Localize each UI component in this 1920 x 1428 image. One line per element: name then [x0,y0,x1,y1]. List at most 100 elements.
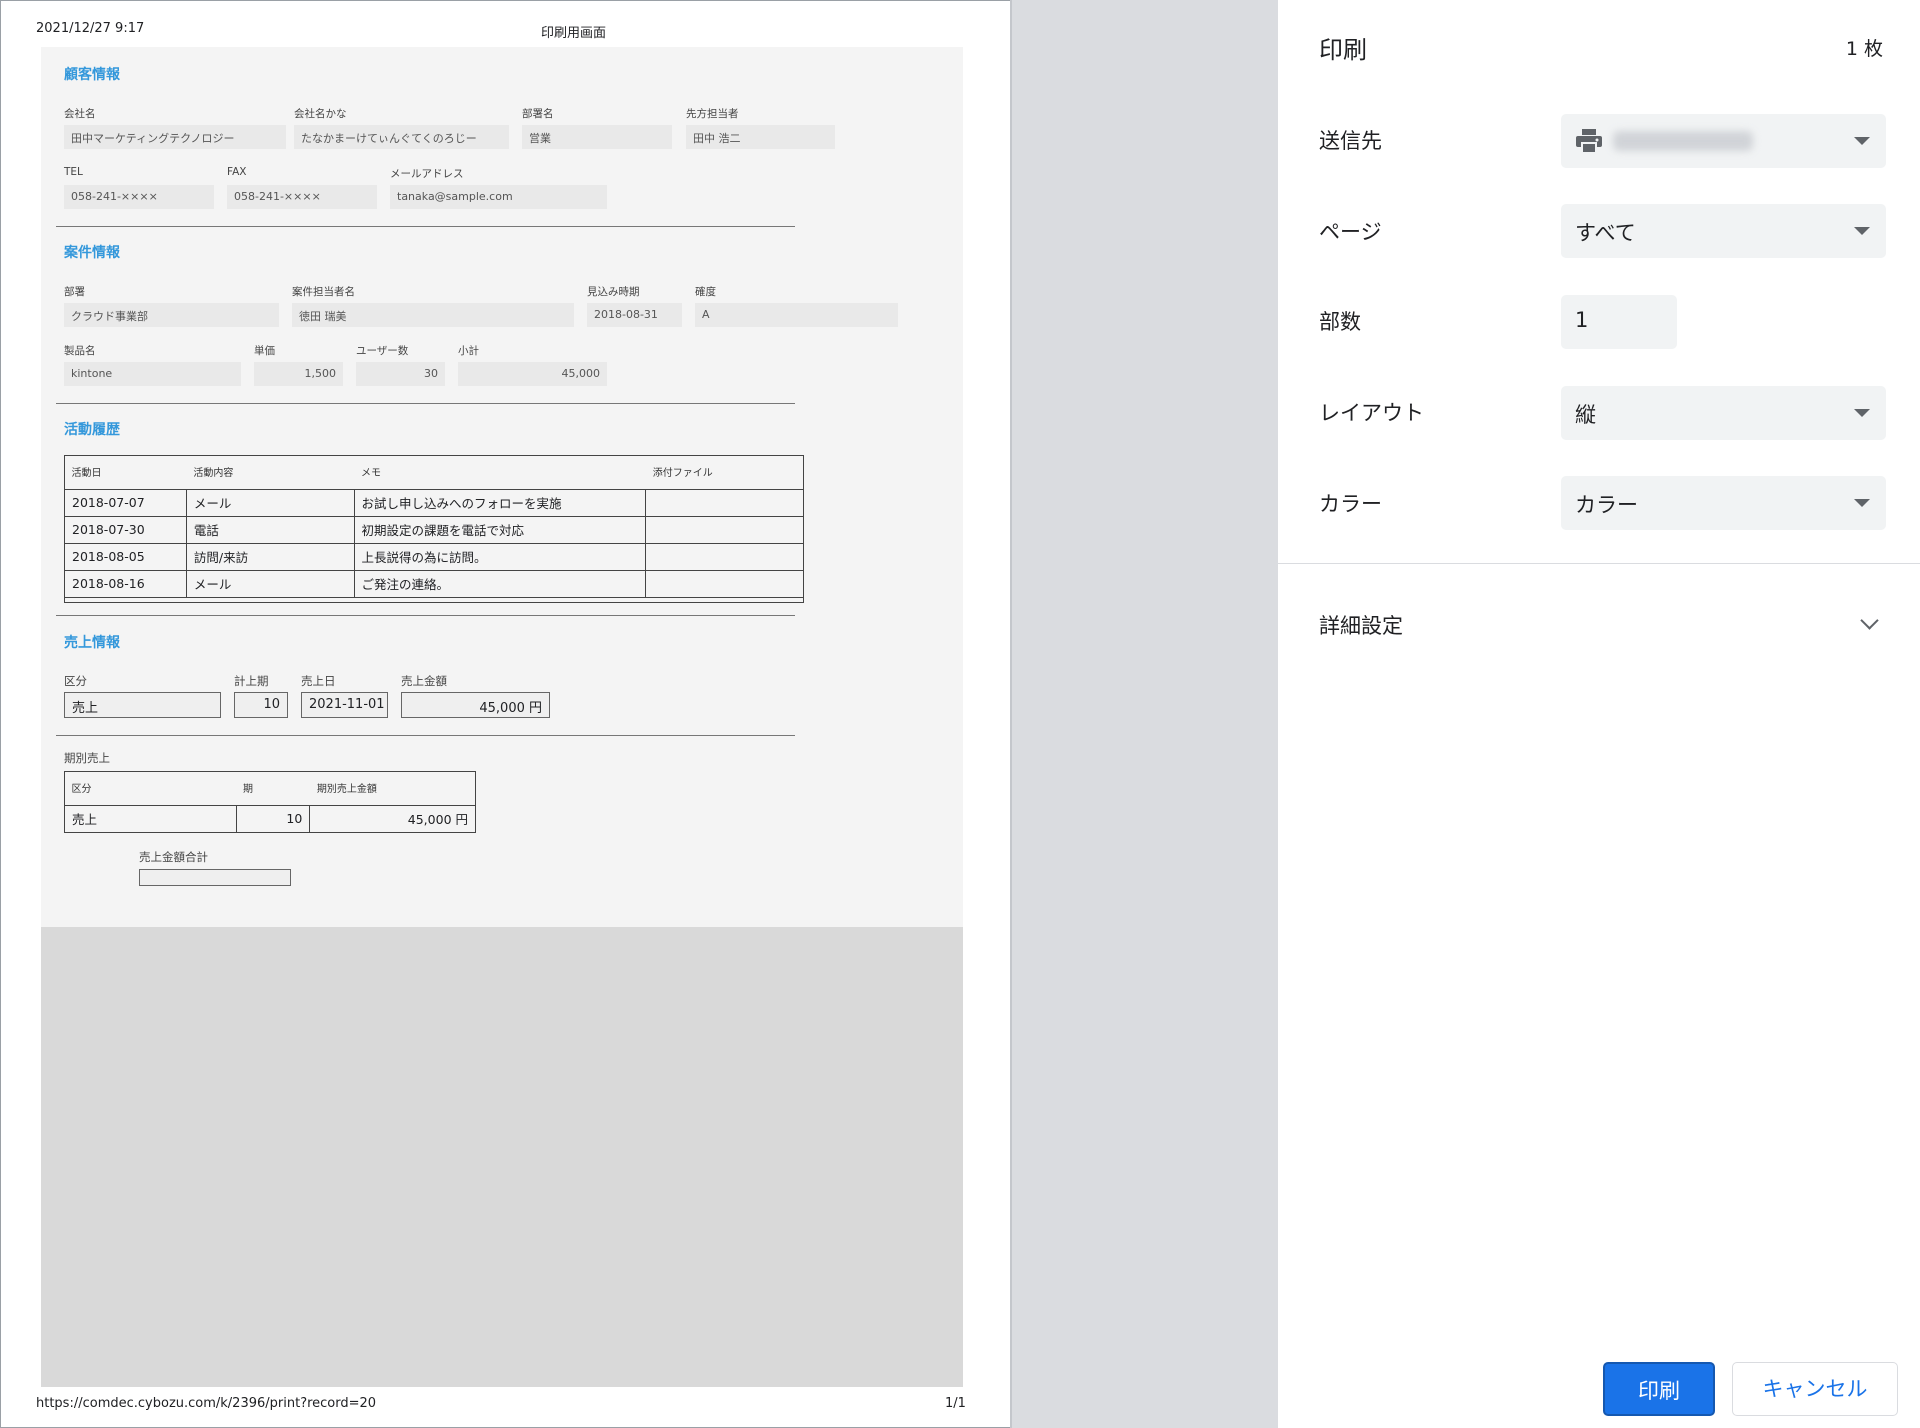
chevron-down-icon [1854,409,1870,417]
printer-name-redacted [1613,131,1753,151]
activity-memo-cell: ご発注の連絡。 [353,569,647,598]
activity-attachment-cell [645,569,804,598]
deal-owner-value: 徳田 瑞美 [292,303,574,327]
record-form: 顧客情報 会社名 田中マーケティングテクノロジー 会社名かな たなかまーけてぃん… [41,47,963,927]
preview-footer-page-number: 1/1 [945,1396,966,1411]
destination-select[interactable] [1561,114,1886,168]
sales-total-label: 売上金額合計 [139,850,208,864]
periodic-kubun-cell: 売上 [64,804,237,833]
preview-header-date: 2021/12/27 9:17 [36,21,145,36]
print-button[interactable]: 印刷 [1603,1362,1715,1416]
users-value: 30 [356,362,445,386]
activity-attachment-cell [645,515,804,544]
activity-attachment-cell [645,542,804,571]
activity-type-cell: メール [185,488,355,517]
more-settings-toggle[interactable]: 詳細設定 [1319,610,1403,640]
color-label: カラー [1319,492,1382,516]
section-divider [56,226,795,227]
sales-period-label: 計上期 [234,674,269,688]
product-value: kintone [64,362,241,386]
panel-title: 印刷 [1319,36,1367,64]
layout-select-value: 縦 [1575,403,1596,427]
sales-kubun-label: 区分 [64,674,87,688]
table-row: 2018-07-30 電話 初期設定の課題を電話で対応 [64,515,804,544]
sales-total-value [139,869,291,886]
company-value: 田中マーケティングテクノロジー [64,125,286,149]
contact-value: 田中 浩二 [686,125,835,149]
copies-input[interactable]: 1 [1561,295,1677,349]
printer-icon [1576,129,1602,154]
dept-label: 部署名 [522,108,554,120]
expand-chevron-icon[interactable] [1860,611,1879,630]
periodic-header-period: 期 [243,784,253,796]
activity-type-cell: メール [185,569,355,598]
pages-label: ページ [1319,220,1382,244]
sales-kubun-value: 売上 [64,692,221,718]
preview-footer-url: https://comdec.cybozu.com/k/2396/print?r… [36,1396,377,1411]
price-label: 単価 [254,345,275,357]
preview-scroll-gutter [1010,0,1278,1428]
forecast-label: 見込み時期 [587,286,640,298]
pages-select-value: すべて [1575,221,1636,245]
sales-date-value: 2021-11-01 [301,692,388,718]
table-row: 2018-08-05 訪問/来訪 上長説得の為に訪問。 [64,542,804,571]
tel-label: TEL [64,166,83,178]
mail-value: tanaka@sample.com [390,185,607,209]
subtotal-label: 小計 [458,345,479,357]
tel-value: 058-241-×××× [64,185,214,209]
activity-header-type: 活動内容 [193,468,234,480]
table-row: 売上 10 45,000 円 [64,804,476,833]
sales-date-label: 売上日 [301,674,336,688]
product-label: 製品名 [64,345,96,357]
company-label: 会社名 [64,108,96,120]
activity-header-attachment: 添付ファイル [652,468,713,480]
sales-amount-label: 売上金額 [401,674,447,688]
layout-select[interactable]: 縦 [1561,386,1886,440]
chevron-down-icon [1854,137,1870,145]
section-divider [56,735,795,736]
activity-date-cell: 2018-07-30 [64,515,187,544]
table-row: 2018-08-16 メール ご発注の連絡。 [64,569,804,598]
section-divider [56,403,795,404]
contact-label: 先方担当者 [686,108,739,120]
subtotal-value: 45,000 [458,362,607,386]
print-settings-panel: 印刷 1 枚 送信先 ページ すべて 部数 1 レイアウト 縦 カラー カラー … [1278,0,1920,1428]
fax-label: FAX [227,166,247,178]
table-row: 2018-07-07 メール お試し申し込みへのフォローを実施 [64,488,804,517]
print-preview-area: 2021/12/27 9:17 印刷用画面 顧客情報 会社名 田中マーケティング… [0,0,1010,1428]
activity-header-date: 活動日 [71,468,102,480]
copies-label: 部数 [1319,310,1361,334]
section-title-customer: 顧客情報 [64,67,120,83]
activity-memo-cell: 初期設定の課題を電話で対応 [353,515,647,544]
chevron-down-icon [1854,227,1870,235]
company-kana-value: たなかまーけてぃんぐてくのろじー [294,125,509,149]
activity-memo-cell: 上長説得の為に訪問。 [353,542,647,571]
section-title-sales: 売上情報 [64,635,120,651]
deal-dept-value: クラウド事業部 [64,303,279,327]
cancel-button[interactable]: キャンセル [1732,1362,1898,1416]
certainty-label: 確度 [695,286,716,298]
destination-label: 送信先 [1319,129,1382,153]
activity-type-cell: 電話 [185,515,355,544]
color-select-value: カラー [1575,493,1638,517]
section-title-activity: 活動履歴 [64,422,120,438]
periodic-header-kubun: 区分 [71,784,92,796]
activity-attachment-cell [645,488,804,517]
deal-dept-label: 部署 [64,286,85,298]
periodic-period-cell: 10 [235,804,311,833]
panel-divider [1278,563,1920,564]
chevron-down-icon [1854,499,1870,507]
color-select[interactable]: カラー [1561,476,1886,530]
section-divider [56,615,795,616]
price-value: 1,500 [254,362,343,386]
users-label: ユーザー数 [356,345,409,357]
certainty-value: A [695,303,898,327]
mail-label: メールアドレス [390,168,464,180]
company-kana-label: 会社名かな [294,108,347,120]
layout-label: レイアウト [1319,401,1424,425]
activity-date-cell: 2018-08-05 [64,542,187,571]
pages-select[interactable]: すべて [1561,204,1886,258]
activity-date-cell: 2018-08-16 [64,569,187,598]
preview-header-title: 印刷用画面 [541,26,607,41]
activity-memo-cell: お試し申し込みへのフォローを実施 [353,488,647,517]
